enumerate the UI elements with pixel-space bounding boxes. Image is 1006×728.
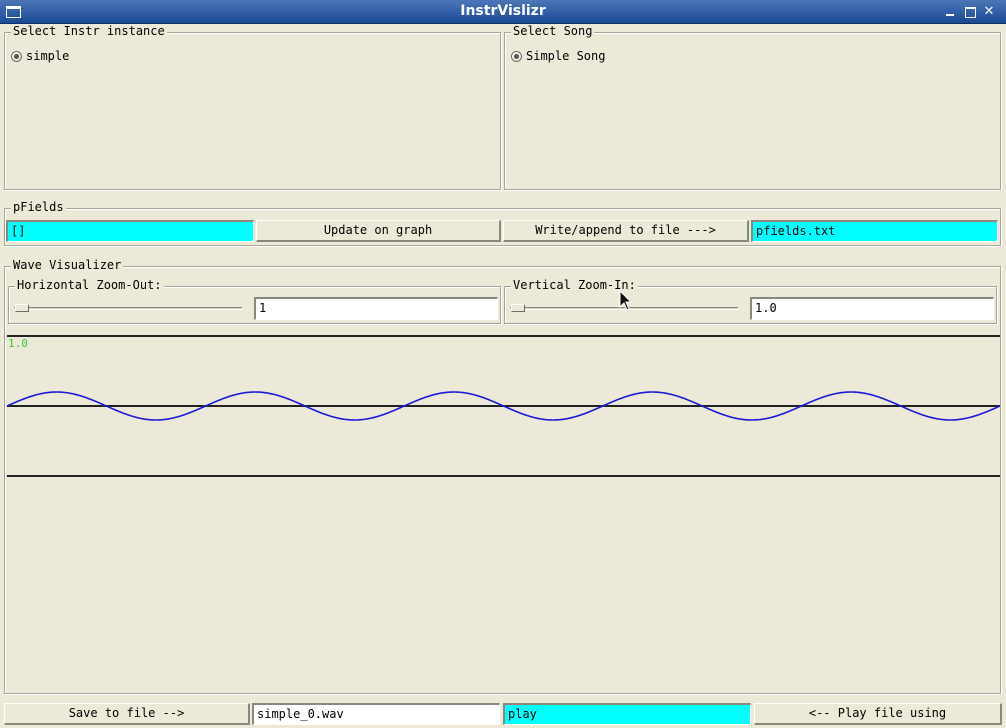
instr-option-label: simple: [26, 49, 70, 63]
instr-option-simple[interactable]: simple: [11, 49, 69, 63]
wave-graph[interactable]: [0, 330, 1006, 490]
vertical-zoom-input[interactable]: 1.0: [750, 297, 994, 320]
pfields-input[interactable]: []: [6, 220, 254, 242]
title-bar[interactable]: InstrVislizr ✕: [0, 0, 1006, 24]
pfields-filename-input[interactable]: pfields.txt: [751, 220, 998, 242]
close-icon[interactable]: ✕: [982, 5, 996, 19]
horizontal-zoom-legend: Horizontal Zoom-Out:: [15, 278, 164, 292]
update-on-graph-button[interactable]: Update on graph: [256, 220, 501, 242]
instr-group: [4, 32, 501, 190]
song-group-legend: Select Song: [511, 24, 595, 38]
vertical-zoom-slider-thumb[interactable]: [511, 304, 525, 312]
mouse-cursor-icon: [619, 290, 633, 311]
horizontal-zoom-input[interactable]: 1: [254, 297, 498, 320]
radio-selected-icon[interactable]: [511, 50, 522, 62]
save-to-file-button[interactable]: Save to file -->: [4, 703, 250, 725]
wave-visualizer-legend: Wave Visualizer: [11, 258, 124, 272]
maximize-icon[interactable]: [963, 5, 977, 19]
pfields-legend: pFields: [11, 200, 66, 214]
write-append-button[interactable]: Write/append to file --->: [503, 220, 749, 242]
window-title: InstrVislizr: [460, 3, 546, 19]
player-command-input[interactable]: play: [503, 703, 751, 725]
instr-group-legend: Select Instr instance: [11, 24, 167, 38]
radio-selected-icon[interactable]: [11, 50, 22, 62]
horizontal-zoom-track[interactable]: [14, 307, 242, 310]
song-option-label: Simple Song: [526, 49, 606, 63]
horizontal-zoom-slider-thumb[interactable]: [15, 304, 29, 312]
play-file-button[interactable]: <-- Play file using: [754, 703, 1002, 725]
minimize-icon[interactable]: [943, 5, 957, 19]
wav-filename-input[interactable]: simple_0.wav: [252, 703, 500, 725]
song-option-simple-song[interactable]: Simple Song: [511, 49, 605, 63]
